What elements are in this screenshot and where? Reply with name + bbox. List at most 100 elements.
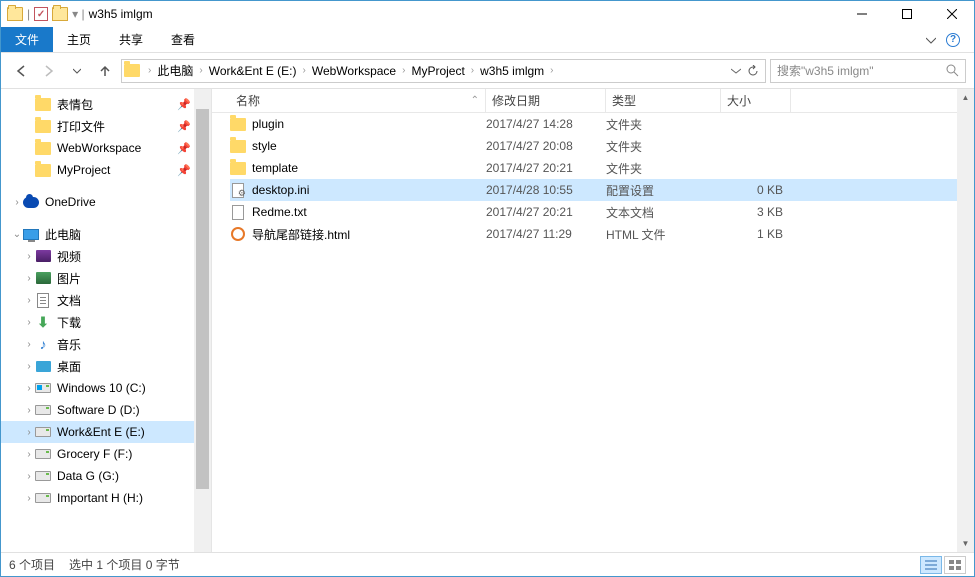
title-folder-icon bbox=[52, 7, 68, 21]
file-name: template bbox=[252, 161, 298, 175]
file-name: desktop.ini bbox=[252, 183, 309, 197]
window-controls bbox=[839, 1, 974, 27]
sidebar-item-quick3[interactable]: MyProject📌 bbox=[1, 159, 211, 181]
refresh-icon[interactable] bbox=[747, 65, 759, 77]
sidebar-item-label: 桌面 bbox=[57, 358, 81, 375]
crumb-sep-icon[interactable]: › bbox=[469, 65, 476, 76]
crumb-drive[interactable]: Work&Ent E (E:) bbox=[205, 60, 301, 82]
crumb-sep-icon[interactable]: › bbox=[301, 65, 308, 76]
file-type: 配置设置 bbox=[606, 182, 721, 199]
column-header-type[interactable]: 类型 bbox=[606, 89, 721, 112]
close-button[interactable] bbox=[929, 1, 974, 27]
sidebar-item-drive-g[interactable]: ›Data G (G:) bbox=[1, 465, 211, 487]
crumb-myproject[interactable]: MyProject bbox=[407, 60, 468, 82]
sidebar-item-label: 下载 bbox=[57, 314, 81, 331]
crumb-sep-icon[interactable]: › bbox=[400, 65, 407, 76]
sidebar-item-label: 图片 bbox=[57, 270, 81, 287]
ribbon-tab-home[interactable]: 主页 bbox=[53, 27, 105, 52]
ribbon-tab-share[interactable]: 共享 bbox=[105, 27, 157, 52]
file-size: 1 KB bbox=[721, 227, 791, 241]
music-icon: ♪ bbox=[35, 336, 51, 352]
status-selection: 选中 1 个项目 0 字节 bbox=[69, 556, 180, 573]
sidebar-item-desktop[interactable]: ›桌面 bbox=[1, 355, 211, 377]
sidebar-item-drive-h[interactable]: ›Important H (H:) bbox=[1, 487, 211, 509]
nav-bar: › 此电脑 › Work&Ent E (E:) › WebWorkspace ›… bbox=[1, 53, 974, 89]
help-icon[interactable]: ? bbox=[946, 33, 960, 47]
sidebar-item-documents[interactable]: ›文档 bbox=[1, 289, 211, 311]
file-date: 2017/4/27 20:21 bbox=[486, 205, 606, 219]
address-bar[interactable]: › 此电脑 › Work&Ent E (E:) › WebWorkspace ›… bbox=[121, 59, 766, 83]
sidebar-item-quick0[interactable]: 表情包📌 bbox=[1, 93, 211, 115]
expand-ribbon-icon[interactable] bbox=[926, 35, 936, 45]
download-icon: ⬇ bbox=[35, 314, 51, 330]
recent-dropdown[interactable] bbox=[65, 59, 89, 83]
sidebar-item-drive-d[interactable]: ›Software D (D:) bbox=[1, 399, 211, 421]
sidebar-item-label: 文档 bbox=[57, 292, 81, 309]
address-dropdown-icon[interactable] bbox=[731, 66, 741, 76]
maximize-button[interactable] bbox=[884, 1, 929, 27]
sidebar-item-onedrive[interactable]: ›OneDrive bbox=[1, 191, 211, 213]
crumb-thispc[interactable]: 此电脑 bbox=[153, 60, 197, 82]
sidebar-item-label: 打印文件 bbox=[57, 118, 105, 135]
back-button[interactable] bbox=[9, 59, 33, 83]
quick-access-checkbox-icon[interactable]: ✓ bbox=[34, 7, 48, 21]
crumb-current[interactable]: w3h5 imlgm bbox=[476, 60, 548, 82]
explorer-window: | ✓ ▾ | w3h5 imlgm 文件 主页 共享 查看 ? › 此 bbox=[0, 0, 975, 577]
search-input[interactable]: 搜索"w3h5 imlgm" bbox=[770, 59, 966, 83]
file-row-selected[interactable]: desktop.ini 2017/4/28 10:55 配置设置 0 KB bbox=[230, 179, 974, 201]
file-list[interactable]: plugin 2017/4/27 14:28 文件夹 style 2017/4/… bbox=[212, 113, 974, 552]
forward-button[interactable] bbox=[37, 59, 61, 83]
caret-icon[interactable]: ⌄ bbox=[11, 229, 23, 240]
content-scrollbar[interactable]: ▲ ▼ bbox=[957, 89, 974, 552]
sidebar-item-downloads[interactable]: ›⬇下载 bbox=[1, 311, 211, 333]
sidebar-item-music[interactable]: ›♪音乐 bbox=[1, 333, 211, 355]
sidebar-item-pictures[interactable]: ›图片 bbox=[1, 267, 211, 289]
file-row[interactable]: plugin 2017/4/27 14:28 文件夹 bbox=[230, 113, 974, 135]
ribbon-tab-file[interactable]: 文件 bbox=[1, 27, 53, 52]
crumb-sep-icon[interactable]: › bbox=[197, 65, 204, 76]
sidebar-item-label: Grocery F (F:) bbox=[57, 447, 132, 461]
address-folder-icon bbox=[124, 63, 140, 79]
crumb-webworkspace[interactable]: WebWorkspace bbox=[308, 60, 400, 82]
file-row[interactable]: style 2017/4/27 20:08 文件夹 bbox=[230, 135, 974, 157]
file-row[interactable]: Redme.txt 2017/4/27 20:21 文本文档 3 KB bbox=[230, 201, 974, 223]
sidebar-scrollbar[interactable] bbox=[194, 89, 211, 552]
ribbon-tab-view[interactable]: 查看 bbox=[157, 27, 209, 52]
sidebar-item-videos[interactable]: ›视频 bbox=[1, 245, 211, 267]
file-date: 2017/4/27 14:28 bbox=[486, 117, 606, 131]
file-row[interactable]: 导航尾部链接.html 2017/4/27 11:29 HTML 文件 1 KB bbox=[230, 223, 974, 245]
column-headers: 名称⌃ 修改日期 类型 大小 bbox=[212, 89, 974, 113]
sidebar-item-label: 视频 bbox=[57, 248, 81, 265]
pin-icon: 📌 bbox=[177, 164, 191, 177]
title-bar: | ✓ ▾ | w3h5 imlgm bbox=[1, 1, 974, 27]
sidebar-item-drive-c[interactable]: ›Windows 10 (C:) bbox=[1, 377, 211, 399]
view-toggles bbox=[920, 556, 966, 574]
search-icon[interactable] bbox=[946, 64, 959, 77]
title-bar-left: | ✓ ▾ | w3h5 imlgm bbox=[1, 7, 153, 21]
status-bar: 6 个项目 选中 1 个项目 0 字节 bbox=[1, 552, 974, 576]
scroll-up-icon[interactable]: ▲ bbox=[957, 89, 974, 106]
scroll-down-icon[interactable]: ▼ bbox=[957, 535, 974, 552]
sidebar-item-drive-f[interactable]: ›Grocery F (F:) bbox=[1, 443, 211, 465]
crumb-sep-icon[interactable]: › bbox=[548, 65, 555, 76]
file-name: Redme.txt bbox=[252, 205, 307, 219]
sidebar-item-label: Data G (G:) bbox=[57, 469, 119, 483]
icons-view-button[interactable] bbox=[944, 556, 966, 574]
crumb-sep-icon[interactable]: › bbox=[146, 65, 153, 76]
sidebar-item-quick2[interactable]: WebWorkspace📌 bbox=[1, 137, 211, 159]
column-header-date[interactable]: 修改日期 bbox=[486, 89, 606, 112]
details-view-button[interactable] bbox=[920, 556, 942, 574]
sidebar-item-label: WebWorkspace bbox=[57, 141, 141, 155]
caret-icon[interactable]: › bbox=[11, 197, 23, 208]
status-item-count: 6 个项目 bbox=[9, 556, 55, 573]
sidebar-item-thispc[interactable]: ⌄此电脑 bbox=[1, 223, 211, 245]
sidebar-item-drive-e[interactable]: ›Work&Ent E (E:) bbox=[1, 421, 211, 443]
column-header-size[interactable]: 大小 bbox=[721, 89, 791, 112]
column-header-name[interactable]: 名称⌃ bbox=[230, 89, 486, 112]
sidebar-item-quick1[interactable]: 打印文件📌 bbox=[1, 115, 211, 137]
minimize-button[interactable] bbox=[839, 1, 884, 27]
file-size: 0 KB bbox=[721, 183, 791, 197]
sidebar-item-label: 表情包 bbox=[57, 96, 93, 113]
file-row[interactable]: template 2017/4/27 20:21 文件夹 bbox=[230, 157, 974, 179]
up-button[interactable] bbox=[93, 59, 117, 83]
